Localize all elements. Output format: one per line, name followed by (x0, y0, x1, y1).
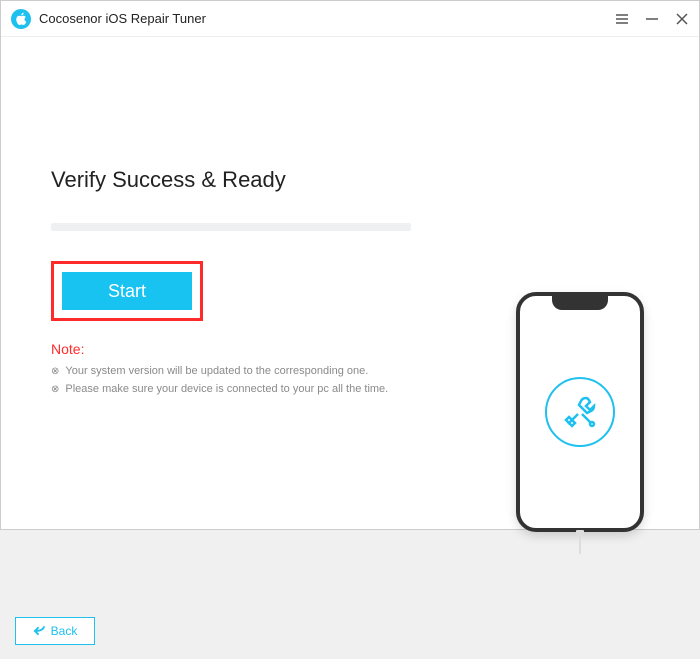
back-arrow-icon (33, 625, 46, 637)
window-controls (615, 12, 689, 26)
close-icon[interactable] (675, 12, 689, 26)
start-button[interactable]: Start (62, 272, 192, 310)
progress-bar (51, 223, 411, 231)
titlebar: Cocosenor iOS Repair Tuner (1, 1, 699, 37)
back-button[interactable]: Back (15, 617, 95, 645)
menu-icon[interactable] (615, 12, 629, 26)
note-text: Please make sure your device is connecte… (65, 383, 388, 395)
cable-icon (575, 532, 585, 552)
app-title: Cocosenor iOS Repair Tuner (39, 11, 615, 26)
phone-illustration (516, 292, 644, 542)
page-heading: Verify Success & Ready (51, 167, 649, 193)
note-text: Your system version will be updated to t… (65, 365, 368, 377)
back-label: Back (51, 624, 78, 638)
minimize-icon[interactable] (645, 12, 659, 26)
tools-icon (545, 377, 615, 447)
app-logo-icon (11, 9, 31, 29)
start-highlight-box: Start (51, 261, 203, 321)
bullet-icon: ⊗ (51, 366, 59, 377)
phone-body (516, 292, 644, 532)
phone-notch (552, 296, 608, 310)
main-content: Verify Success & Ready Start Note: ⊗ You… (1, 167, 699, 659)
app-window: Cocosenor iOS Repair Tuner Verify Succes… (0, 0, 700, 530)
bullet-icon: ⊗ (51, 384, 59, 395)
